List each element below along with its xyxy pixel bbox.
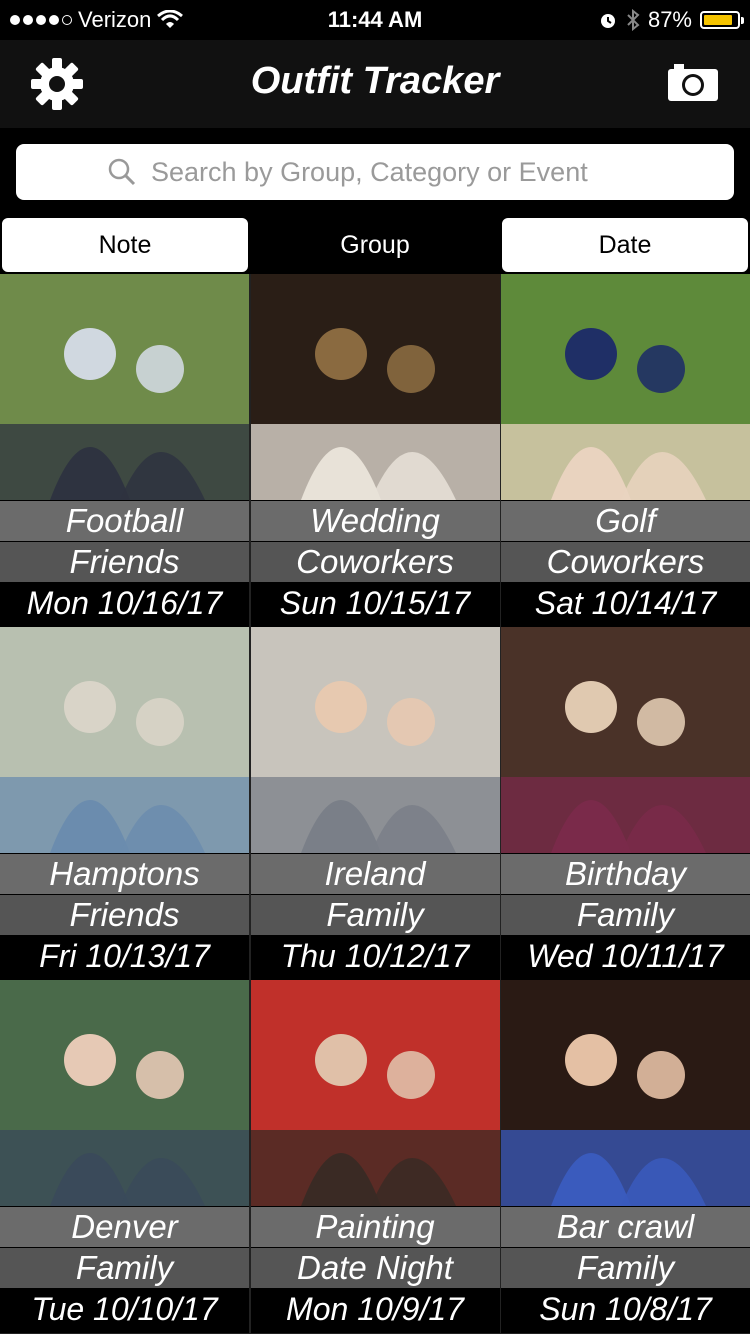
status-bar: Verizon 11:44 AM 87%	[0, 0, 750, 40]
status-right: 87%	[598, 7, 744, 33]
note-label: Football	[0, 501, 249, 541]
outfit-card[interactable]: Hamptons Friends Fri 10/13/17	[0, 627, 249, 980]
note-label: Ireland	[250, 854, 500, 894]
group-label: Family	[501, 1248, 750, 1288]
alarm-icon	[600, 14, 615, 28]
segment-note[interactable]: Note	[0, 216, 250, 274]
outfit-card[interactable]: Ireland Family Thu 10/12/17	[250, 627, 500, 980]
date-label: Sun 10/15/17	[250, 583, 500, 623]
date-label: Tue 10/10/17	[0, 1289, 249, 1329]
date-label: Sat 10/14/17	[501, 583, 750, 623]
bluetooth-icon	[627, 9, 640, 31]
battery-percent: 87%	[647, 7, 692, 32]
outfit-card[interactable]: Bar crawl Family Sun 10/8/17	[501, 980, 750, 1333]
date-label: Wed 10/11/17	[501, 936, 750, 976]
note-label: Bar crawl	[501, 1207, 750, 1247]
search-input[interactable]	[149, 155, 643, 189]
outfit-grid: Football Friends Mon 10/16/17 Wedding Cowork…	[0, 274, 750, 1334]
outfit-photo	[0, 980, 249, 1206]
date-label: Fri 10/13/17	[0, 936, 249, 976]
sort-segmented-control: Note Group Date	[0, 216, 750, 274]
outfit-photo	[250, 980, 500, 1206]
note-label: Wedding	[250, 501, 500, 541]
group-label: Friends	[0, 542, 249, 582]
date-label: Mon 10/9/17	[250, 1289, 500, 1329]
camera-icon[interactable]	[666, 62, 720, 102]
group-label: Family	[0, 1248, 249, 1288]
outfit-photo	[501, 980, 750, 1206]
navigation-bar: Outfit Tracker	[0, 40, 750, 128]
search-bar[interactable]	[16, 144, 734, 200]
segment-date[interactable]: Date	[500, 216, 750, 274]
outfit-photo	[0, 627, 249, 853]
outfit-card[interactable]: Football Friends Mon 10/16/17	[0, 274, 249, 627]
outfit-card[interactable]: Wedding Coworkers Sun 10/15/17	[250, 274, 500, 627]
date-label: Sun 10/8/17	[501, 1289, 750, 1329]
group-label: Friends	[0, 895, 249, 935]
date-label: Thu 10/12/17	[250, 936, 500, 976]
search-area	[0, 128, 750, 216]
page-title: Outfit Tracker	[250, 60, 500, 102]
group-label: Coworkers	[501, 542, 750, 582]
group-label: Family	[250, 895, 500, 935]
outfit-photo	[0, 274, 249, 500]
outfit-card[interactable]: Painting Date Night Mon 10/9/17	[250, 980, 500, 1333]
group-label: Date Night	[250, 1248, 500, 1288]
note-label: Golf	[501, 501, 750, 541]
outfit-card[interactable]: Birthday Family Wed 10/11/17	[501, 627, 750, 980]
group-label: Family	[501, 895, 750, 935]
battery-icon	[700, 11, 744, 29]
outfit-photo	[250, 627, 500, 853]
segment-group[interactable]: Group	[250, 216, 500, 274]
note-label: Denver	[0, 1207, 249, 1247]
outfit-card[interactable]: Denver Family Tue 10/10/17	[0, 980, 249, 1333]
note-label: Birthday	[501, 854, 750, 894]
search-icon	[108, 158, 136, 186]
group-label: Coworkers	[250, 542, 500, 582]
note-label: Hamptons	[0, 854, 249, 894]
note-label: Painting	[250, 1207, 500, 1247]
outfit-photo	[501, 274, 750, 500]
outfit-photo	[250, 274, 500, 500]
date-label: Mon 10/16/17	[0, 583, 249, 623]
outfit-card[interactable]: Golf Coworkers Sat 10/14/17	[501, 274, 750, 627]
outfit-photo	[501, 627, 750, 853]
